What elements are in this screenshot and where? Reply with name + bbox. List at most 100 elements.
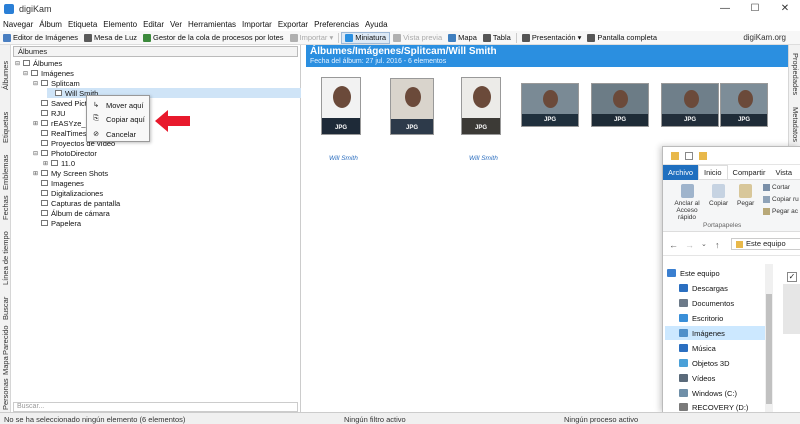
thumbnail-5[interactable]: JPG: [591, 83, 649, 127]
menu-herramientas[interactable]: Herramientas: [185, 20, 239, 29]
tree-item-splitcam[interactable]: ⊟ Splitcam: [33, 78, 80, 88]
sidebar-tab-map[interactable]: Mapa: [1, 356, 10, 375]
tree-item-imagenes-2[interactable]: Imagenes: [33, 178, 84, 188]
tree-item-rju[interactable]: RJU: [33, 108, 66, 118]
recent-dropdown-icon[interactable]: ⌄: [701, 240, 707, 248]
move-here-item[interactable]: ↳ Mover aquí: [89, 99, 149, 111]
nav-item-escritorio[interactable]: Escritorio: [679, 311, 765, 325]
thumbnail-1[interactable]: JPG: [321, 77, 361, 135]
sidebar-tab-metadata[interactable]: Metadatos: [791, 107, 800, 142]
sidebar-tab-labels[interactable]: Emblemas: [1, 155, 10, 190]
thumbnail-4[interactable]: JPG: [521, 83, 579, 127]
slideshow-button[interactable]: Presentación ▾: [519, 33, 585, 42]
menu-album[interactable]: Álbum: [36, 20, 65, 29]
menu-preferencias[interactable]: Preferencias: [311, 20, 362, 29]
close-button[interactable]: ✕: [770, 0, 800, 17]
album-search-input[interactable]: Buscar...: [13, 402, 298, 412]
expand-icon[interactable]: ⊞: [33, 170, 39, 177]
tree-item-11-0[interactable]: ⊞ 11.0: [43, 158, 75, 168]
scrollbar-thumb[interactable]: [766, 294, 772, 404]
thumbnail-6[interactable]: JPG: [661, 83, 719, 127]
table-view-button[interactable]: Tabla: [480, 33, 514, 42]
menu-elemento[interactable]: Elemento: [100, 20, 140, 29]
tree-item-digitalizaciones[interactable]: Digitalizaciones: [33, 188, 103, 198]
expand-icon[interactable]: ⊞: [33, 120, 39, 127]
nav-item-descargas[interactable]: Descargas: [679, 281, 765, 295]
tree-item-reasyze[interactable]: ⊞ rEASYze_ir: [33, 118, 90, 128]
nav-item-recovery-d[interactable]: RECOVERY (D:): [679, 400, 765, 412]
nav-item-documentos[interactable]: Documentos: [679, 296, 765, 310]
paste-button[interactable]: Pegar: [737, 184, 754, 207]
sidebar-tab-tags[interactable]: Etiquetas: [1, 112, 10, 143]
menu-exportar[interactable]: Exportar: [275, 20, 311, 29]
nav-item-windows-c[interactable]: Windows (C:): [679, 386, 765, 400]
sidebar-tab-search[interactable]: Buscar: [1, 297, 10, 320]
image-editor-button[interactable]: Editor de Imágenes: [0, 33, 81, 42]
import-button[interactable]: Importar ▾: [287, 33, 337, 42]
tree-item-camera-album[interactable]: Álbum de cámara: [33, 208, 110, 218]
thumbnail-7[interactable]: JPG: [720, 83, 768, 127]
tree-item-albums-root[interactable]: ⊟ Álbumes: [15, 58, 62, 68]
tree-item-my-screen-shots[interactable]: ⊞ My Screen Shots: [33, 168, 108, 178]
nav-pane-scrollbar[interactable]: [765, 264, 773, 412]
back-arrow-icon[interactable]: ←: [669, 240, 678, 250]
sidebar-tab-people[interactable]: Personas: [1, 378, 10, 410]
forward-arrow-icon[interactable]: →: [685, 240, 694, 250]
sidebar-tab-similar[interactable]: Parecido: [1, 325, 10, 355]
tree-item-photodirector[interactable]: ⊟ PhotoDirector: [33, 148, 97, 158]
tab-inicio[interactable]: Inicio: [698, 164, 728, 180]
light-table-button[interactable]: Mesa de Luz: [81, 33, 140, 42]
copy-path-button[interactable]: Copiar ru: [763, 196, 799, 203]
brand-link[interactable]: digiKam.org: [743, 33, 786, 42]
tree-item-capturas[interactable]: Capturas de pantalla: [33, 198, 120, 208]
preview-view-button[interactable]: Vista previa: [390, 33, 445, 42]
tree-item-realtimes[interactable]: RealTimes: [33, 128, 87, 138]
up-arrow-icon[interactable]: ↑: [715, 240, 720, 250]
nav-item-musica[interactable]: Música: [679, 341, 765, 355]
tab-compartir[interactable]: Compartir: [728, 165, 771, 180]
nav-item-imagenes[interactable]: Imágenes: [665, 326, 765, 340]
tab-archivo[interactable]: Archivo: [663, 164, 699, 180]
menu-editar[interactable]: Editar: [140, 20, 167, 29]
properties-icon[interactable]: [685, 152, 693, 160]
menu-etiqueta[interactable]: Etiqueta: [65, 20, 100, 29]
tree-item-papelera[interactable]: Papelera: [33, 218, 81, 228]
thumbnail-2[interactable]: JPG: [390, 78, 434, 135]
cancel-item[interactable]: ⊘ Cancelar: [89, 128, 149, 140]
sidebar-tab-dates[interactable]: Fechas: [1, 195, 10, 220]
new-folder-icon[interactable]: [699, 152, 707, 160]
fullscreen-button[interactable]: Pantalla completa: [584, 33, 660, 42]
maximize-button[interactable]: ☐: [740, 0, 770, 17]
copy-here-item[interactable]: ⎘ Copiar aquí: [89, 113, 149, 125]
menu-navegar[interactable]: Navegar: [0, 20, 36, 29]
nav-item-este-equipo[interactable]: Este equipo: [667, 266, 753, 280]
file-thumbnail[interactable]: [783, 284, 800, 334]
filter-status[interactable]: Ningún filtro activo: [344, 415, 406, 424]
thumbnail-3[interactable]: JPG: [461, 77, 501, 135]
minimize-button[interactable]: —: [710, 0, 740, 17]
tree-item-saved-pictures[interactable]: Saved Pictu: [33, 98, 91, 108]
sidebar-tab-albums[interactable]: Álbumes: [1, 61, 10, 90]
collapse-icon[interactable]: ⊟: [33, 80, 39, 87]
menu-ayuda[interactable]: Ayuda: [362, 20, 391, 29]
tree-item-imagenes[interactable]: ⊟ Imágenes: [23, 68, 74, 78]
sidebar-tab-properties[interactable]: Propiedades: [791, 53, 800, 95]
menu-ver[interactable]: Ver: [167, 20, 185, 29]
collapse-icon[interactable]: ⊟: [15, 60, 21, 67]
paste-shortcut-button[interactable]: Pegar ac: [763, 208, 798, 215]
pin-quick-access-button[interactable]: Anclar al Acceso rápido: [671, 184, 703, 221]
tab-vista[interactable]: Vista: [770, 165, 797, 180]
file-list-area[interactable]: ✓: [777, 264, 800, 412]
sidebar-tab-timeline[interactable]: Línea de tiempo: [1, 231, 10, 285]
cut-button[interactable]: Cortar: [763, 184, 790, 191]
menu-importar[interactable]: Importar: [239, 20, 275, 29]
map-view-button[interactable]: Mapa: [445, 33, 480, 42]
checkbox-icon[interactable]: ✓: [787, 272, 797, 282]
collapse-icon[interactable]: ⊟: [23, 70, 29, 77]
address-input[interactable]: Este equipo: [731, 238, 800, 250]
nav-item-videos[interactable]: Vídeos: [679, 371, 765, 385]
batch-queue-button[interactable]: Gestor de la cola de procesos por lotes: [140, 33, 287, 42]
expand-icon[interactable]: ⊞: [43, 160, 49, 167]
copy-button[interactable]: Copiar: [709, 184, 728, 207]
nav-item-objetos-3d[interactable]: Objetos 3D: [679, 356, 765, 370]
